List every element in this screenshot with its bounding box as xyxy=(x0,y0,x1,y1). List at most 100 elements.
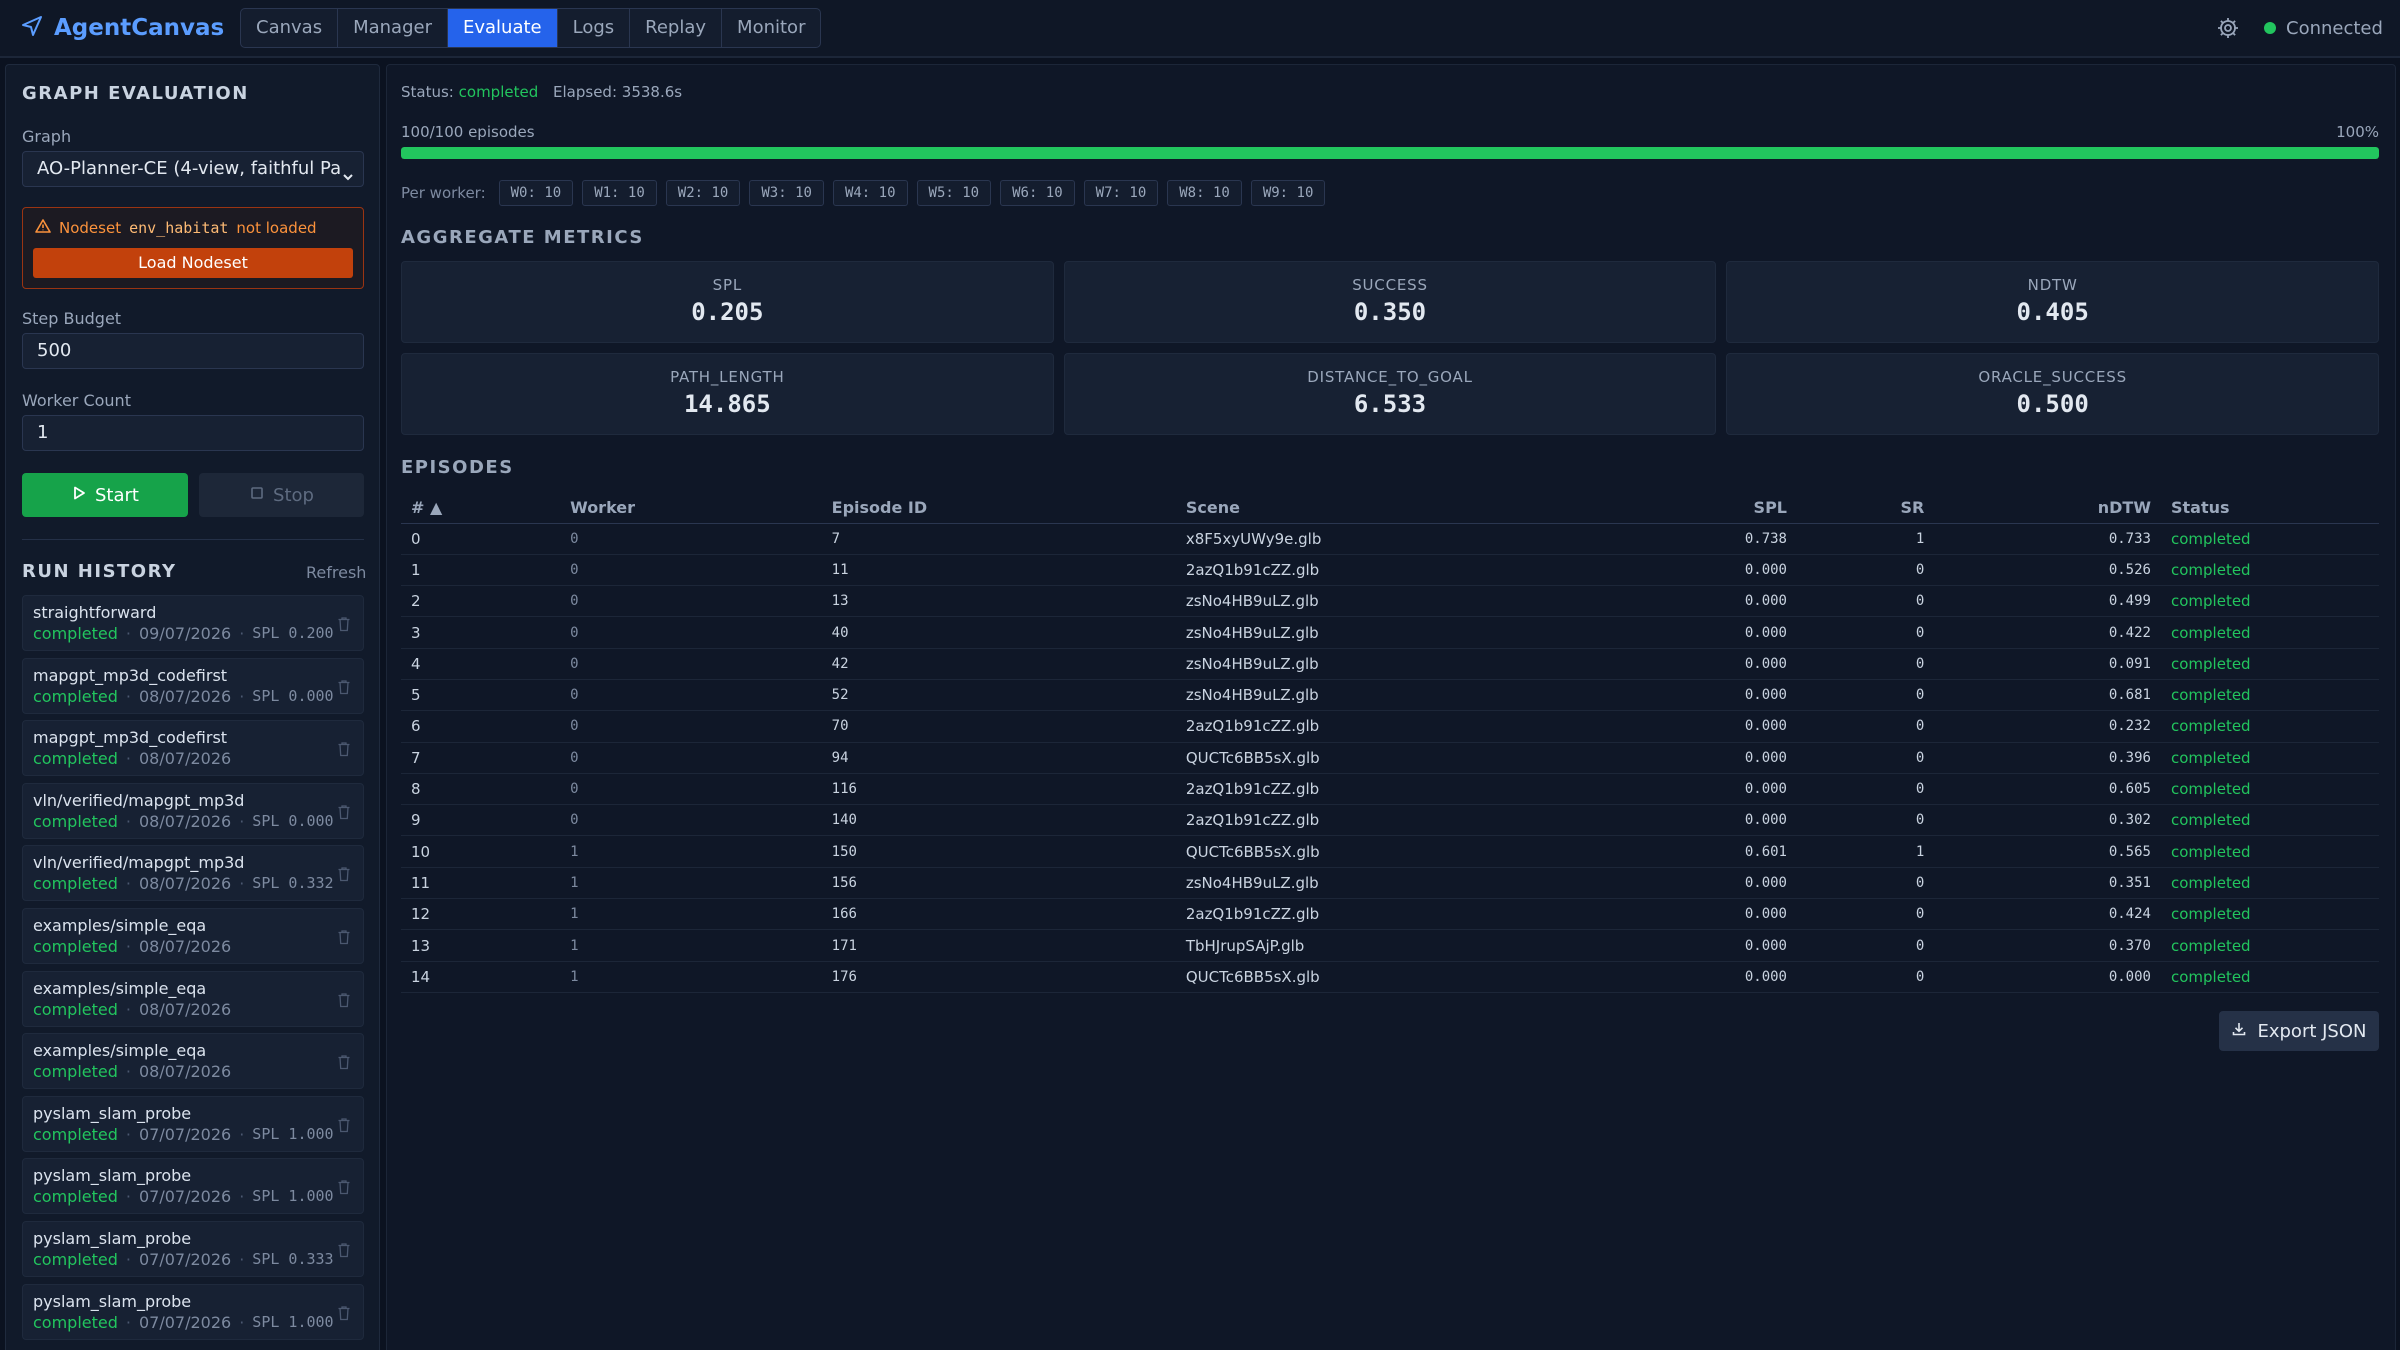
table-cell: completed xyxy=(2160,773,2379,806)
table-row[interactable]: 5 0 52 zsNo4HB9uLZ.glb 0.000 0 0.681 completed xyxy=(401,679,2379,712)
run-meta: completed · 08/07/2026 · SPL 0.332 xyxy=(33,874,334,893)
table-cell: 0 xyxy=(1797,585,1935,618)
run-status: completed xyxy=(33,1187,118,1207)
graph-label: Graph xyxy=(22,127,72,146)
table-cell: 0.000 xyxy=(1622,742,1797,774)
run-date: 07/07/2026 xyxy=(138,1312,232,1332)
trash-icon[interactable] xyxy=(337,1179,351,1195)
tab-evaluate[interactable]: Evaluate xyxy=(447,9,558,47)
stop-button[interactable]: Stop xyxy=(199,473,364,517)
run-spl: SPL 0.200 xyxy=(252,624,334,642)
trash-icon[interactable] xyxy=(337,679,351,695)
trash-icon[interactable] xyxy=(337,1054,351,1070)
run-history-item[interactable]: examples/simple_eqa completed · 08/07/2026 xyxy=(22,970,364,1027)
trash-icon[interactable] xyxy=(337,616,351,632)
column-header: Scene xyxy=(1175,493,1623,524)
run-history-item[interactable]: mapgpt_mp3d_codefirst completed · 08/07/202… xyxy=(22,657,364,714)
run-name: vln/verified/mapgpt_mp3d xyxy=(33,853,245,873)
table-row[interactable]: 2 0 13 zsNo4HB9uLZ.glb 0.000 0 0.499 completed xyxy=(401,585,2379,618)
gear-icon[interactable] xyxy=(2216,16,2240,40)
table-row[interactable]: 10 1 150 QUCTc6BB5sX.glb 0.601 1 0.565 complete… xyxy=(401,835,2379,868)
run-separator: · xyxy=(125,624,131,643)
worker-count-input[interactable]: 1 xyxy=(22,415,364,451)
table-cell: 0 xyxy=(1797,898,1935,931)
column-header: nDTW xyxy=(1934,493,2161,524)
table-cell: 0 xyxy=(1797,554,1935,587)
table-cell: 0.000 xyxy=(1622,804,1797,837)
run-date: 08/07/2026 xyxy=(138,874,232,894)
run-spl: SPL 1.000 xyxy=(252,1124,334,1143)
trash-icon[interactable] xyxy=(337,804,351,820)
table-cell: 0 xyxy=(1797,742,1935,774)
table-cell: 1 xyxy=(560,898,822,931)
brand[interactable]: AgentCanvas xyxy=(20,12,224,44)
run-history-item[interactable]: examples/simple_eqa completed · 08/07/2026 xyxy=(22,907,364,964)
status-label: Status: xyxy=(401,83,454,101)
tab-monitor[interactable]: Monitor xyxy=(722,9,820,47)
run-history-item[interactable]: pyslam_slam_probe completed · 07/07/2026 · SP… xyxy=(22,1158,364,1215)
table-row[interactable]: 14 1 176 QUCTc6BB5sX.glb 0.000 0 0.000 complete… xyxy=(401,961,2379,993)
episodes-count: 100/100 episodes xyxy=(401,123,535,141)
tab-replay[interactable]: Replay xyxy=(630,9,723,47)
run-status: completed xyxy=(33,999,118,1019)
trash-icon[interactable] xyxy=(337,1117,351,1133)
step-budget-input[interactable]: 500 xyxy=(22,333,364,369)
trash-icon[interactable] xyxy=(337,1305,351,1321)
tab-canvas[interactable]: Canvas xyxy=(241,9,339,47)
run-status: completed xyxy=(33,1249,118,1269)
table-cell: 0.232 xyxy=(1934,710,2161,743)
trash-icon[interactable] xyxy=(337,866,351,882)
trash-icon[interactable] xyxy=(337,741,351,757)
load-nodeset-button[interactable]: Load Nodeset xyxy=(33,248,353,278)
table-cell: 4 xyxy=(401,648,561,680)
stop-square-icon xyxy=(249,485,265,506)
table-cell: zsNo4HB9uLZ.glb xyxy=(1175,585,1623,618)
table-cell: 0.733 xyxy=(1934,523,2161,555)
run-history-item[interactable]: pyslam_slam_probe completed · 07/07/2026 · SP… xyxy=(22,1283,364,1340)
tab-logs[interactable]: Logs xyxy=(558,9,631,47)
table-row[interactable]: 0 0 7 x8F5xyUWy9e.glb 0.738 1 0.733 completed xyxy=(401,523,2379,555)
table-cell: 0.738 xyxy=(1622,523,1797,555)
run-separator: · xyxy=(239,874,245,894)
run-meta: completed · 08/07/2026 xyxy=(33,1000,231,1019)
table-cell: 0.000 xyxy=(1622,867,1797,900)
run-history-item[interactable]: pyslam_slam_probe completed · 07/07/2026 · SP… xyxy=(22,1095,364,1152)
export-json-button[interactable]: Export JSON xyxy=(2219,1011,2379,1051)
run-status: completed xyxy=(33,874,118,894)
trash-icon[interactable] xyxy=(337,929,351,945)
refresh-button[interactable]: Refresh xyxy=(306,563,366,582)
column-header[interactable]: # ▲ xyxy=(401,493,561,524)
run-date: 08/07/2026 xyxy=(138,686,232,706)
table-row[interactable]: 9 0 140 2azQ1b91cZZ.glb 0.000 0 0.302 completed xyxy=(401,804,2379,837)
run-history-item[interactable]: examples/simple_eqa completed · 08/07/2026 xyxy=(22,1033,364,1090)
table-cell: 0 xyxy=(1797,679,1935,712)
run-separator: · xyxy=(239,686,245,706)
table-cell: 2azQ1b91cZZ.glb xyxy=(1175,554,1623,587)
tab-manager[interactable]: Manager xyxy=(338,9,448,47)
run-name: mapgpt_mp3d_codefirst xyxy=(33,728,228,748)
table-cell: 0 xyxy=(560,773,822,806)
trash-icon[interactable] xyxy=(337,992,351,1008)
table-row[interactable]: 3 0 40 zsNo4HB9uLZ.glb 0.000 0 0.422 completed xyxy=(401,616,2379,649)
graph-select[interactable]: AO-Planner-CE (4-view, faithful Pa xyxy=(22,151,364,187)
table-row[interactable]: 7 0 94 QUCTc6BB5sX.glb 0.000 0 0.396 completed xyxy=(401,742,2379,774)
table-row[interactable]: 12 1 166 2azQ1b91cZZ.glb 0.000 0 0.424 complete… xyxy=(401,898,2379,931)
start-button[interactable]: Start xyxy=(22,473,188,517)
run-history-item[interactable]: pyslam_slam_probe completed · 07/07/2026 · SP… xyxy=(22,1220,364,1277)
table-row[interactable]: 11 1 156 zsNo4HB9uLZ.glb 0.000 0 0.351 complete… xyxy=(401,867,2379,900)
metric-label: SPL xyxy=(712,276,742,294)
run-history-item[interactable]: mapgpt_mp3d_codefirst completed · 08/07/202… xyxy=(22,720,364,777)
trash-icon[interactable] xyxy=(337,1242,351,1258)
table-row[interactable]: 1 0 11 2azQ1b91cZZ.glb 0.000 0 0.526 completed xyxy=(401,554,2379,587)
metric-card: PATH_LENGTH 14.865 xyxy=(401,353,1054,435)
table-row[interactable]: 13 1 171 TbHJrupSAjP.glb 0.000 0 0.370 complete… xyxy=(401,929,2379,962)
table-cell: 0.000 xyxy=(1622,616,1797,649)
run-history-item[interactable]: vln/verified/mapgpt_mp3d completed · 08/07/… xyxy=(22,845,364,902)
table-row[interactable]: 8 0 116 2azQ1b91cZZ.glb 0.000 0 0.605 completed xyxy=(401,773,2379,806)
run-history-item[interactable]: straightforward completed · 09/07/2026 · SPL … xyxy=(22,595,364,651)
table-row[interactable]: 6 0 70 2azQ1b91cZZ.glb 0.000 0 0.232 completed xyxy=(401,710,2379,743)
table-cell: 140 xyxy=(821,804,1176,837)
table-row[interactable]: 4 0 42 zsNo4HB9uLZ.glb 0.000 0 0.091 completed xyxy=(401,648,2379,680)
run-history-item[interactable]: vln/verified/mapgpt_mp3d completed · 08/07/… xyxy=(22,782,364,839)
table-cell: 0.499 xyxy=(1934,585,2161,618)
